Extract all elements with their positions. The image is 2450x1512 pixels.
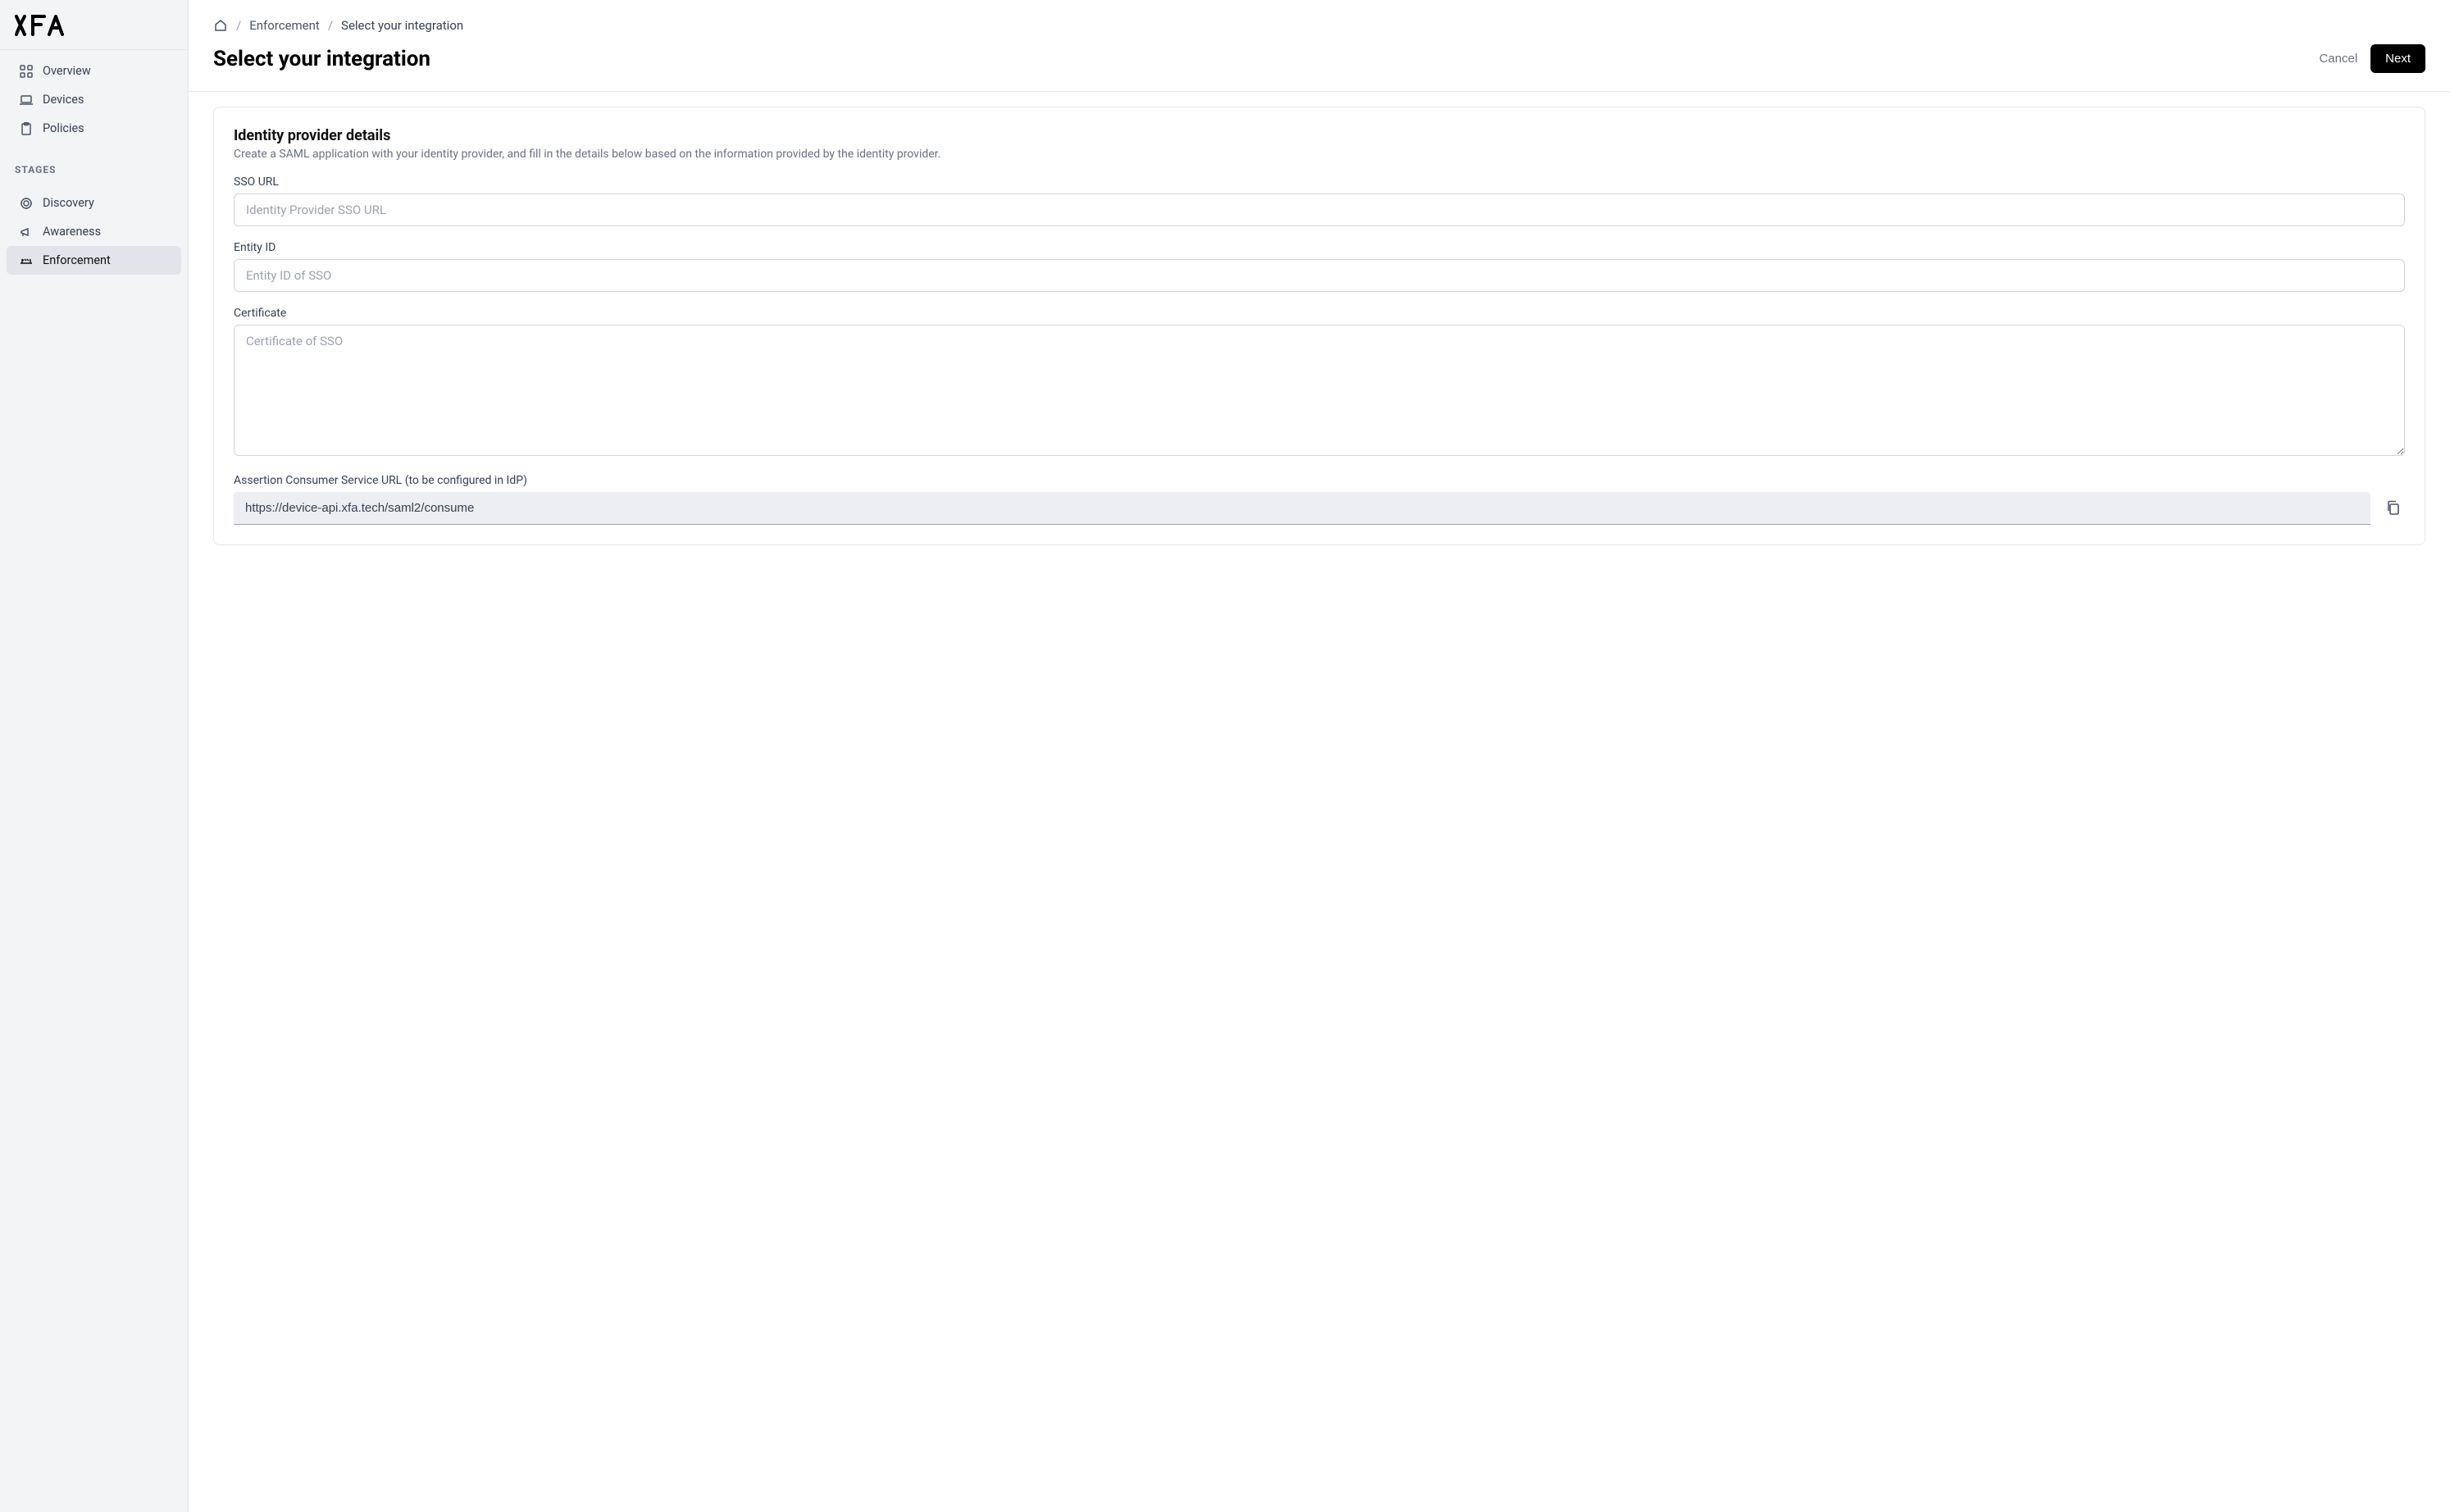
breadcrumb-separator: / (328, 18, 333, 33)
breadcrumb-separator: / (236, 18, 241, 33)
breadcrumb-enforcement[interactable]: Enforcement (249, 18, 320, 33)
title-actions: Cancel Next (2319, 44, 2425, 73)
nav-stages-heading: STAGES (0, 149, 188, 182)
nav-label: Discovery (43, 196, 94, 210)
nav-label: Awareness (43, 225, 101, 239)
nav-enforcement[interactable]: Enforcement (7, 246, 181, 275)
certificate-label: Certificate (234, 307, 2405, 320)
sso-url-label: SSO URL (234, 175, 2405, 189)
megaphone-icon (20, 225, 33, 239)
page-title: Select your integration (213, 47, 430, 71)
entity-id-label: Entity ID (234, 241, 2405, 254)
sso-url-input[interactable] (234, 194, 2405, 226)
nav-main: Overview Devices Policies (0, 50, 188, 149)
nav-label: Enforcement (43, 253, 111, 267)
laptop-icon (20, 93, 33, 107)
card-subtitle: Create a SAML application with your iden… (234, 148, 2405, 161)
nav-devices[interactable]: Devices (7, 85, 181, 114)
next-button[interactable]: Next (2370, 44, 2425, 73)
breadcrumb-current: Select your integration (341, 18, 463, 33)
card-title: Identity provider details (234, 127, 2405, 144)
acs-url-value[interactable] (234, 492, 2370, 525)
sidebar: Overview Devices Policies STAGES (0, 0, 189, 1512)
brand-logo (15, 13, 173, 38)
nav-policies[interactable]: Policies (7, 114, 181, 143)
home-icon[interactable] (213, 18, 228, 33)
header-divider (189, 91, 2450, 92)
copy-icon (2385, 499, 2402, 518)
logo-area (0, 0, 188, 50)
entity-id-input[interactable] (234, 259, 2405, 292)
breadcrumb: / Enforcement / Select your integration (213, 18, 2425, 33)
nav-awareness[interactable]: Awareness (7, 217, 181, 246)
nav-label: Overview (43, 64, 91, 78)
nav-overview[interactable]: Overview (7, 57, 181, 85)
copy-button[interactable] (2382, 492, 2405, 525)
topbar: / Enforcement / Select your integration … (189, 0, 2450, 91)
main-content: / Enforcement / Select your integration … (189, 0, 2450, 1512)
cancel-button[interactable]: Cancel (2319, 52, 2357, 66)
nav-discovery[interactable]: Discovery (7, 189, 181, 217)
barrier-icon (20, 254, 33, 267)
idp-details-card: Identity provider details Create a SAML … (213, 107, 2425, 545)
grid-icon (20, 65, 33, 78)
acs-url-label: Assertion Consumer Service URL (to be co… (234, 474, 2405, 487)
nav-label: Devices (43, 93, 84, 107)
target-icon (20, 197, 33, 210)
clipboard-icon (20, 122, 33, 135)
nav-stages: Discovery Awareness Enforcement (0, 182, 188, 281)
nav-label: Policies (43, 121, 84, 135)
certificate-input[interactable] (234, 325, 2405, 456)
